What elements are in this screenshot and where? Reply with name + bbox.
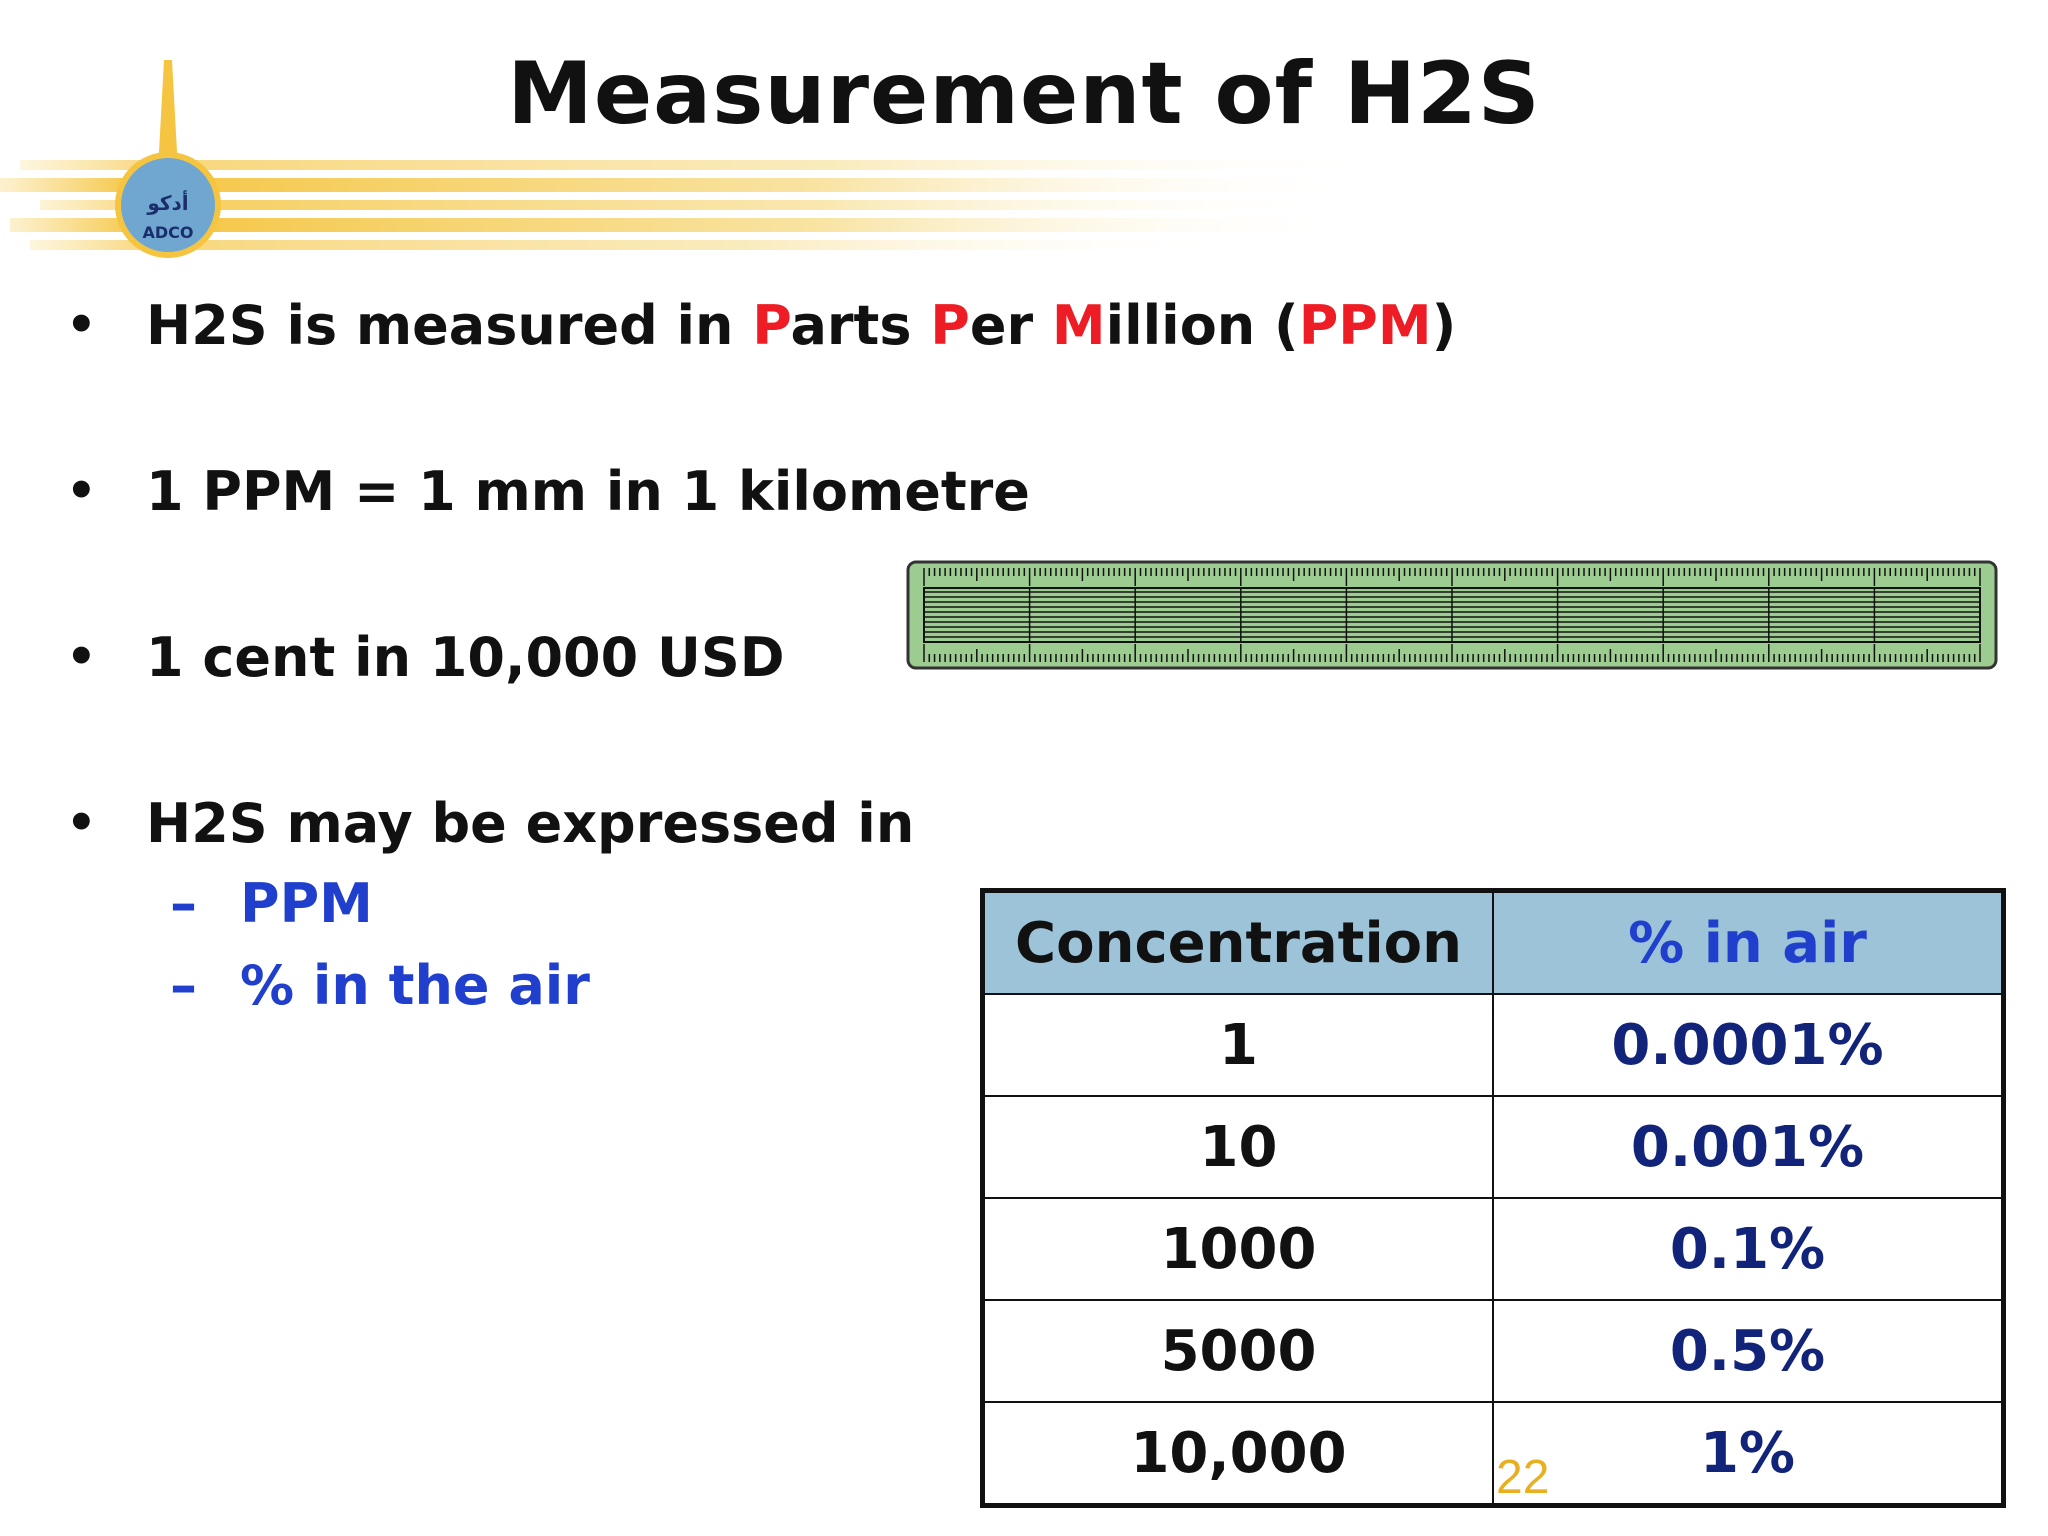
cell-concentration: 10 (981, 1095, 1494, 1199)
bullet-text: 1 PPM = 1 mm in 1 kilometre (146, 459, 1030, 523)
table-row: 1 0.0001% (981, 993, 2005, 1097)
bullet-cent-usd: • 1 cent in 10,000 USD (66, 622, 785, 689)
cell-percent: 0.1% (1492, 1197, 2005, 1301)
sub-bullet-text: % in the air (240, 954, 590, 1017)
cell-percent: 0.0001% (1492, 993, 2005, 1097)
ruler-icon (906, 560, 1998, 670)
bullet-segment: M (1051, 293, 1106, 357)
bullet-dot-icon: • (66, 795, 97, 852)
bullet-segment: PPM (1298, 293, 1432, 357)
bullet-text: 1 cent in 10,000 USD (146, 625, 785, 689)
concentration-table: Concentration % in air 1 0.0001% 10 0.00… (980, 888, 2006, 1508)
bullet-segment: P (930, 293, 970, 357)
bullet-text: H2S may be expressed in (146, 791, 915, 855)
sub-bullet-ppm: – PPM (170, 872, 373, 935)
table-row: 1000 0.1% (981, 1197, 2005, 1301)
bullet-dot-icon: • (66, 463, 97, 520)
bullet-segment: arts (790, 293, 931, 357)
svg-text:ADCO: ADCO (142, 223, 193, 242)
bullet-segment: illion ( (1105, 293, 1299, 357)
table-header-row: Concentration % in air (981, 889, 2005, 995)
header-concentration: Concentration (981, 889, 1494, 995)
bullet-expressed-in: • H2S may be expressed in (66, 788, 914, 855)
bullet-segment: P (752, 293, 791, 357)
cell-percent: 1% (1492, 1401, 2005, 1507)
sub-bullet-text: PPM (240, 872, 373, 935)
bullet-dot-icon: • (66, 629, 97, 686)
table-row: 10 0.001% (981, 1095, 2005, 1199)
bullet-text: H2S is measured in Parts Per Million (PP… (146, 294, 1456, 357)
table-row: 5000 0.5% (981, 1299, 2005, 1403)
cell-percent: 0.001% (1492, 1095, 2005, 1199)
dash-icon: – (170, 872, 197, 935)
header-percent-in-air: % in air (1492, 889, 2005, 995)
slide-title: Measurement of H2S (507, 44, 1541, 144)
table-row: 10,000 1% (981, 1401, 2005, 1507)
page-number: 22 (1496, 1451, 1550, 1504)
sub-bullet-percent: –% in the air (170, 954, 590, 1017)
svg-text:أدكو: أدكو (146, 189, 188, 215)
bullet-dot-icon: • (66, 297, 97, 354)
cell-concentration: 1 (981, 993, 1494, 1097)
bullet-mm-km: • 1 PPM = 1 mm in 1 kilometre (66, 456, 1030, 523)
cell-concentration: 1000 (981, 1197, 1494, 1301)
bullet-segment: er (969, 293, 1052, 357)
dash-icon: – (170, 954, 197, 1017)
cell-percent: 0.5% (1492, 1299, 2005, 1403)
bullet-segment: H2S is measured in (146, 293, 753, 357)
bullet-ppm-definition: • H2S is measured in Parts Per Million (P… (66, 290, 1456, 357)
bullet-segment: ) (1431, 293, 1457, 357)
cell-concentration: 10,000 (981, 1401, 1494, 1507)
cell-concentration: 5000 (981, 1299, 1494, 1403)
